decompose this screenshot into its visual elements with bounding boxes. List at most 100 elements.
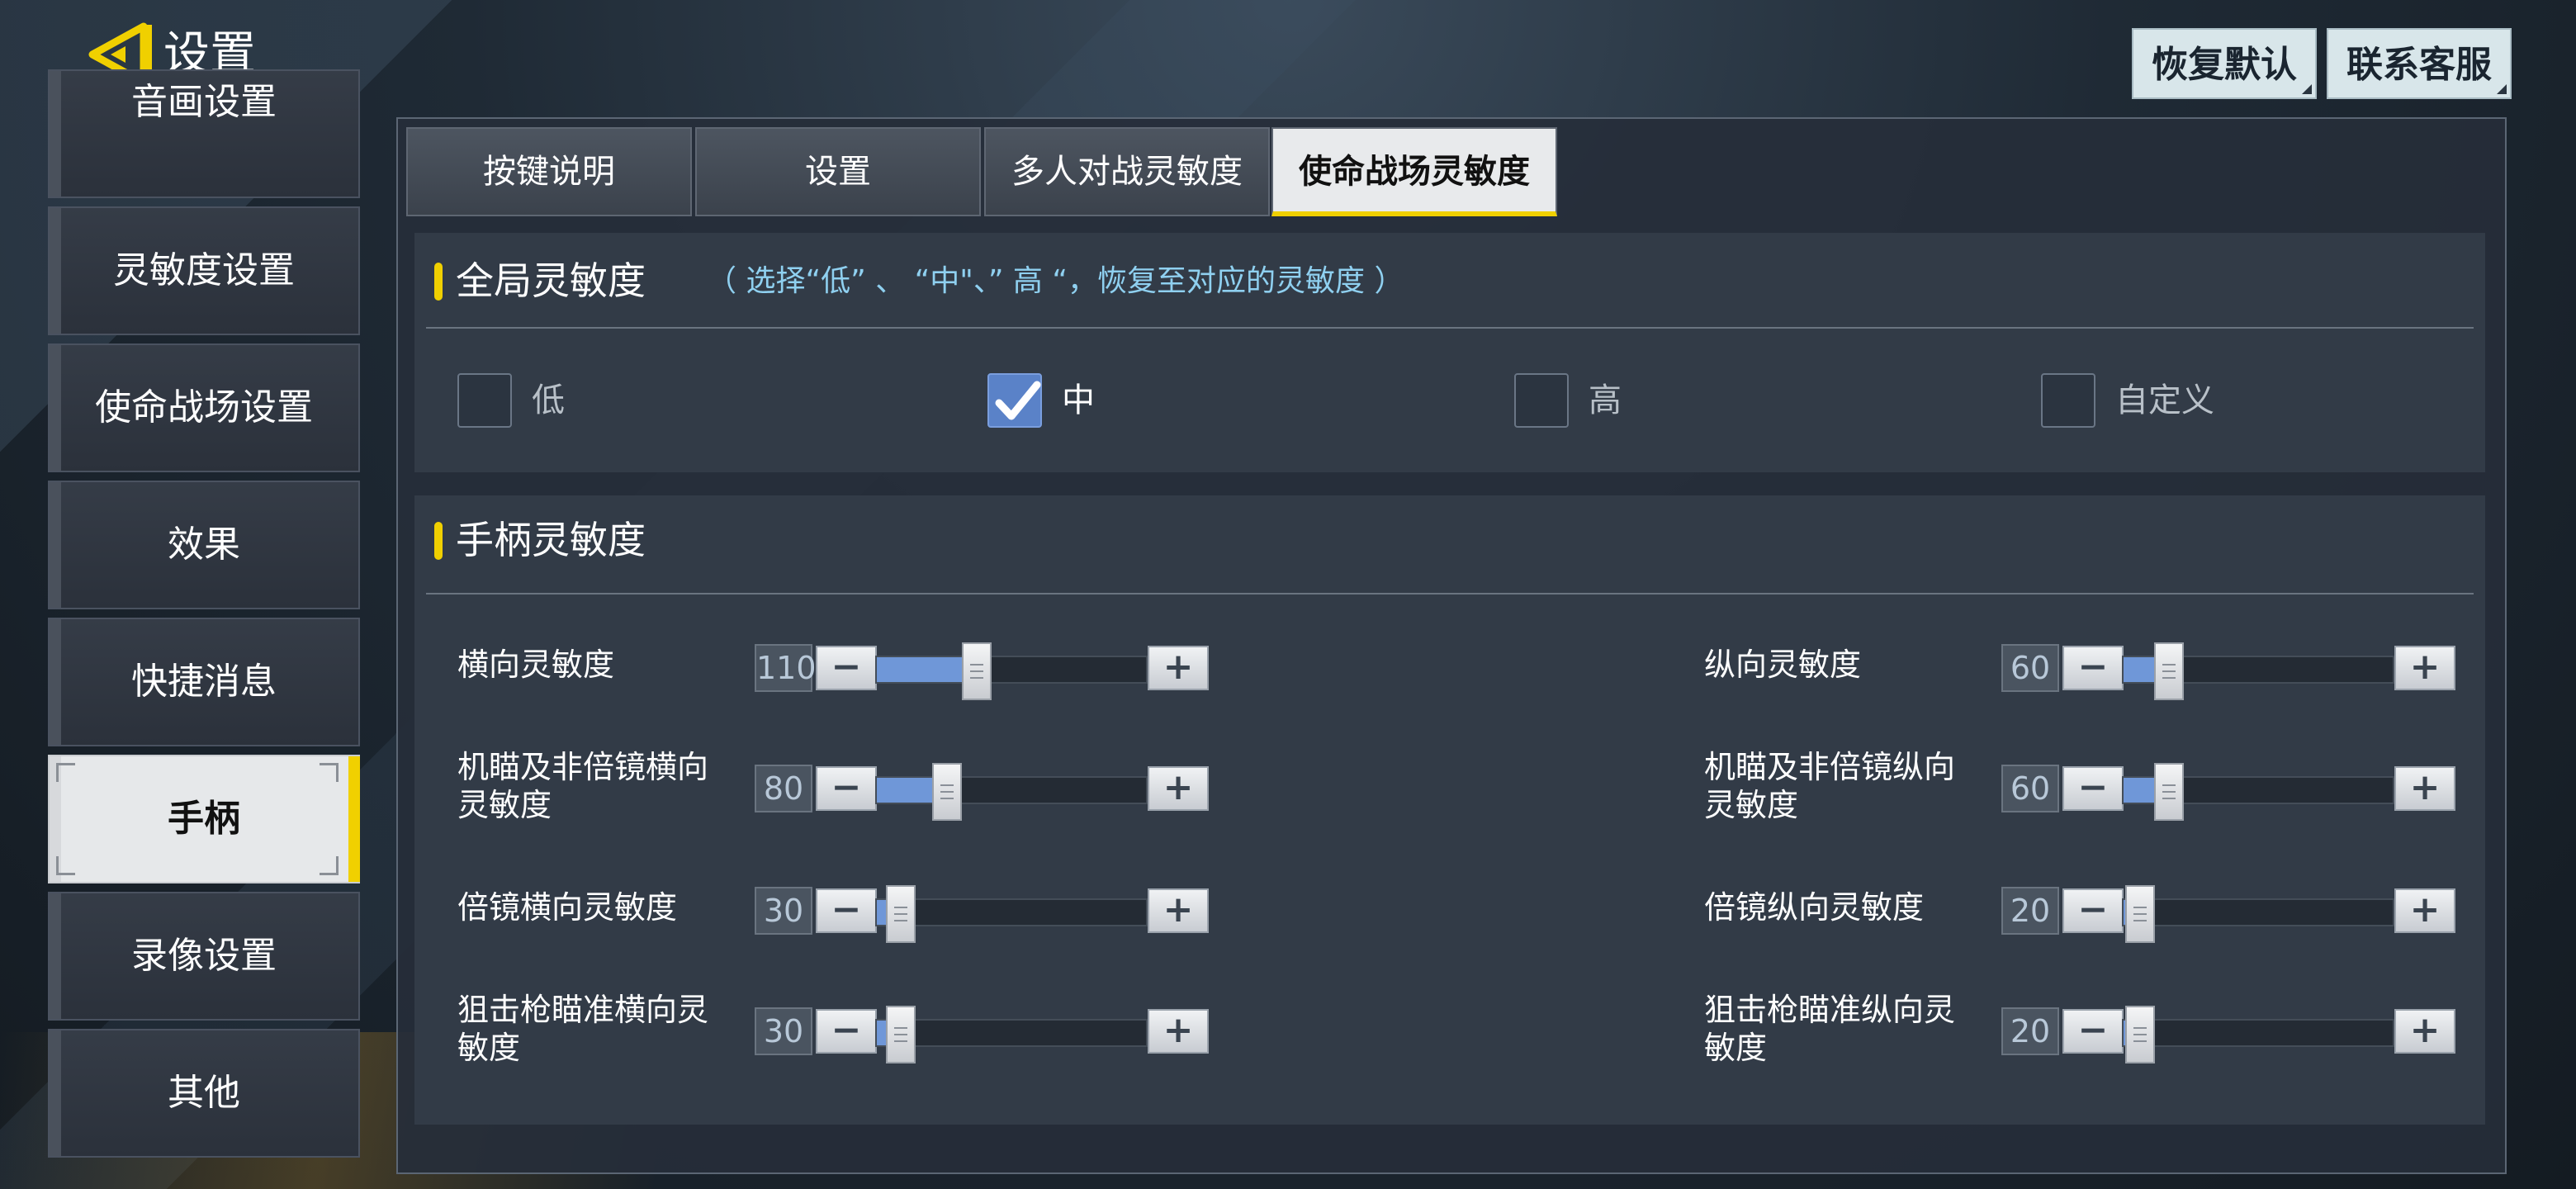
section-marker <box>434 263 443 301</box>
checkbox[interactable] <box>457 373 512 428</box>
sidebar-item-label: 其他 <box>168 1072 240 1114</box>
slider-value: 60 <box>2001 644 2059 692</box>
corner-decoration <box>56 856 75 875</box>
minus-button[interactable]: − <box>816 1009 877 1054</box>
sidebar-item-label: 快捷消息 <box>131 661 277 703</box>
tab-settings[interactable]: 设置 <box>695 127 981 216</box>
slider-label: 狙击枪瞄准纵向灵敏度 <box>1704 992 1956 1066</box>
sidebar-item-quick-messages[interactable]: 快捷消息 <box>48 618 360 746</box>
slider-label: 狙击枪瞄准横向灵敏度 <box>457 992 709 1066</box>
checkmark-icon <box>995 381 1041 420</box>
divider <box>426 593 2474 594</box>
sidebar-item-label: 手柄 <box>168 798 240 840</box>
sidebar-item-label: 使命战场设置 <box>95 386 313 429</box>
tab-label: 使命战场灵敏度 <box>1299 153 1530 191</box>
slider-track[interactable] <box>875 642 1148 700</box>
slider-handle[interactable] <box>886 885 916 943</box>
active-indicator <box>348 756 360 882</box>
minus-button[interactable]: − <box>2062 766 2124 811</box>
sidebar-item-controller[interactable]: 手柄 <box>48 755 360 883</box>
slider-track[interactable] <box>2122 1006 2394 1063</box>
sidebar-item-other[interactable]: 其他 <box>48 1029 360 1158</box>
plus-button[interactable]: + <box>2394 646 2455 690</box>
plus-button[interactable]: + <box>1148 1009 1209 1054</box>
scope-horizontal-sensitivity-row: 倍镜横向灵敏度 30− + <box>457 870 1217 945</box>
slider-value: 110 <box>755 644 817 692</box>
plus-button[interactable]: + <box>1148 888 1209 933</box>
slider-label: 倍镜纵向灵敏度 <box>1704 889 1925 926</box>
minus-button[interactable]: − <box>2062 646 2124 690</box>
plus-button[interactable]: + <box>1148 646 1209 690</box>
slider-value: 30 <box>755 1007 812 1055</box>
option-label: 高 <box>1589 381 1622 419</box>
section-title: 全局灵敏度 <box>456 258 646 303</box>
slider-track[interactable] <box>2122 642 2394 700</box>
tab-multiplayer-sensitivity[interactable]: 多人对战灵敏度 <box>984 127 1270 216</box>
corner-decoration <box>320 856 339 875</box>
contact-support-button[interactable]: 联系客服 <box>2327 28 2512 99</box>
slider-label: 横向灵敏度 <box>457 647 615 683</box>
option-label: 低 <box>532 381 565 419</box>
plus-button[interactable]: + <box>2394 766 2455 811</box>
minus-button[interactable]: − <box>816 888 877 933</box>
slider-handle[interactable] <box>2154 763 2185 821</box>
checkbox[interactable] <box>1514 373 1569 428</box>
slider-handle[interactable] <box>2124 1006 2155 1063</box>
slider-value: 60 <box>2001 765 2059 812</box>
restore-default-label: 恢复默认 <box>2152 44 2297 86</box>
slider-handle[interactable] <box>931 763 962 821</box>
minus-button[interactable]: − <box>2062 1009 2124 1054</box>
corner-decoration <box>56 763 75 782</box>
section-title: 手柄灵敏度 <box>456 518 646 562</box>
sidebar-item-label: 效果 <box>168 523 240 566</box>
slider-label: 倍镜横向灵敏度 <box>457 889 678 926</box>
contact-support-label: 联系客服 <box>2346 44 2492 86</box>
sidebar-item-label: 录像设置 <box>131 935 277 977</box>
sidebar-item-audio-video[interactable]: 音画设置 <box>48 69 360 198</box>
scope-vertical-sensitivity-row: 倍镜纵向灵敏度 20− + <box>1704 870 2464 945</box>
slider-handle[interactable] <box>961 642 992 700</box>
slider-track[interactable] <box>2122 885 2394 943</box>
restore-default-button[interactable]: 恢复默认 <box>2132 28 2317 99</box>
sniper-vertical-sensitivity-row: 狙击枪瞄准纵向灵敏度 20− + <box>1704 991 2464 1066</box>
tab-battle-royale-sensitivity[interactable]: 使命战场灵敏度 <box>1271 127 1557 216</box>
horizontal-sensitivity-row: 横向灵敏度 110− + <box>457 628 1217 702</box>
checkbox-checked[interactable] <box>987 373 1042 428</box>
minus-button[interactable]: − <box>2062 888 2124 933</box>
sidebar-item-sensitivity[interactable]: 灵敏度设置 <box>48 206 360 335</box>
sidebar-item-recording[interactable]: 录像设置 <box>48 892 360 1021</box>
plus-button[interactable]: + <box>1148 766 1209 811</box>
plus-button[interactable]: + <box>2394 1009 2455 1054</box>
corner-decoration <box>320 763 339 782</box>
slider-handle[interactable] <box>2124 885 2155 943</box>
slider-handle[interactable] <box>2154 642 2185 700</box>
slider-label: 机瞄及非倍镜纵向灵敏度 <box>1704 749 1956 823</box>
minus-button[interactable]: − <box>816 766 877 811</box>
slider-track[interactable] <box>2122 763 2394 821</box>
slider-track[interactable] <box>875 763 1148 821</box>
vertical-sensitivity-row: 纵向灵敏度 60− + <box>1704 628 2464 702</box>
sidebar-item-battle-royale[interactable]: 使命战场设置 <box>48 343 360 472</box>
option-label: 中 <box>1062 381 1095 419</box>
slider-label: 纵向灵敏度 <box>1704 647 1862 683</box>
tab-label: 设置 <box>805 153 871 191</box>
ads-vertical-sensitivity-row: 机瞄及非倍镜纵向灵敏度 60− + <box>1704 748 2464 823</box>
slider-track[interactable] <box>875 1006 1148 1063</box>
slider-track[interactable] <box>875 885 1148 943</box>
global-sensitivity-section: 全局灵敏度 （ 选择“低” 、 “中"、” 高 “，恢复至对应的灵敏度 ） 低 … <box>414 233 2485 472</box>
sidebar-item-effects[interactable]: 效果 <box>48 481 360 609</box>
tab-label: 按键说明 <box>483 153 615 191</box>
option-label: 自定义 <box>2115 381 2214 419</box>
slider-handle[interactable] <box>886 1006 916 1063</box>
tab-button-guide[interactable]: 按键说明 <box>406 127 692 216</box>
corner-decoration <box>2302 84 2312 94</box>
plus-button[interactable]: + <box>2394 888 2455 933</box>
slider-value: 80 <box>755 765 812 812</box>
tab-label: 多人对战灵敏度 <box>1011 153 1243 191</box>
ads-horizontal-sensitivity-row: 机瞄及非倍镜横向灵敏度 80− + <box>457 748 1217 823</box>
minus-button[interactable]: − <box>816 646 877 690</box>
sidebar-item-label: 音画设置 <box>131 81 277 123</box>
checkbox[interactable] <box>2041 373 2095 428</box>
sniper-horizontal-sensitivity-row: 狙击枪瞄准横向灵敏度 30− + <box>457 991 1217 1066</box>
main-panel: 按键说明 设置 多人对战灵敏度 使命战场灵敏度 全局灵敏度 （ 选择“低” 、 … <box>396 117 2507 1174</box>
